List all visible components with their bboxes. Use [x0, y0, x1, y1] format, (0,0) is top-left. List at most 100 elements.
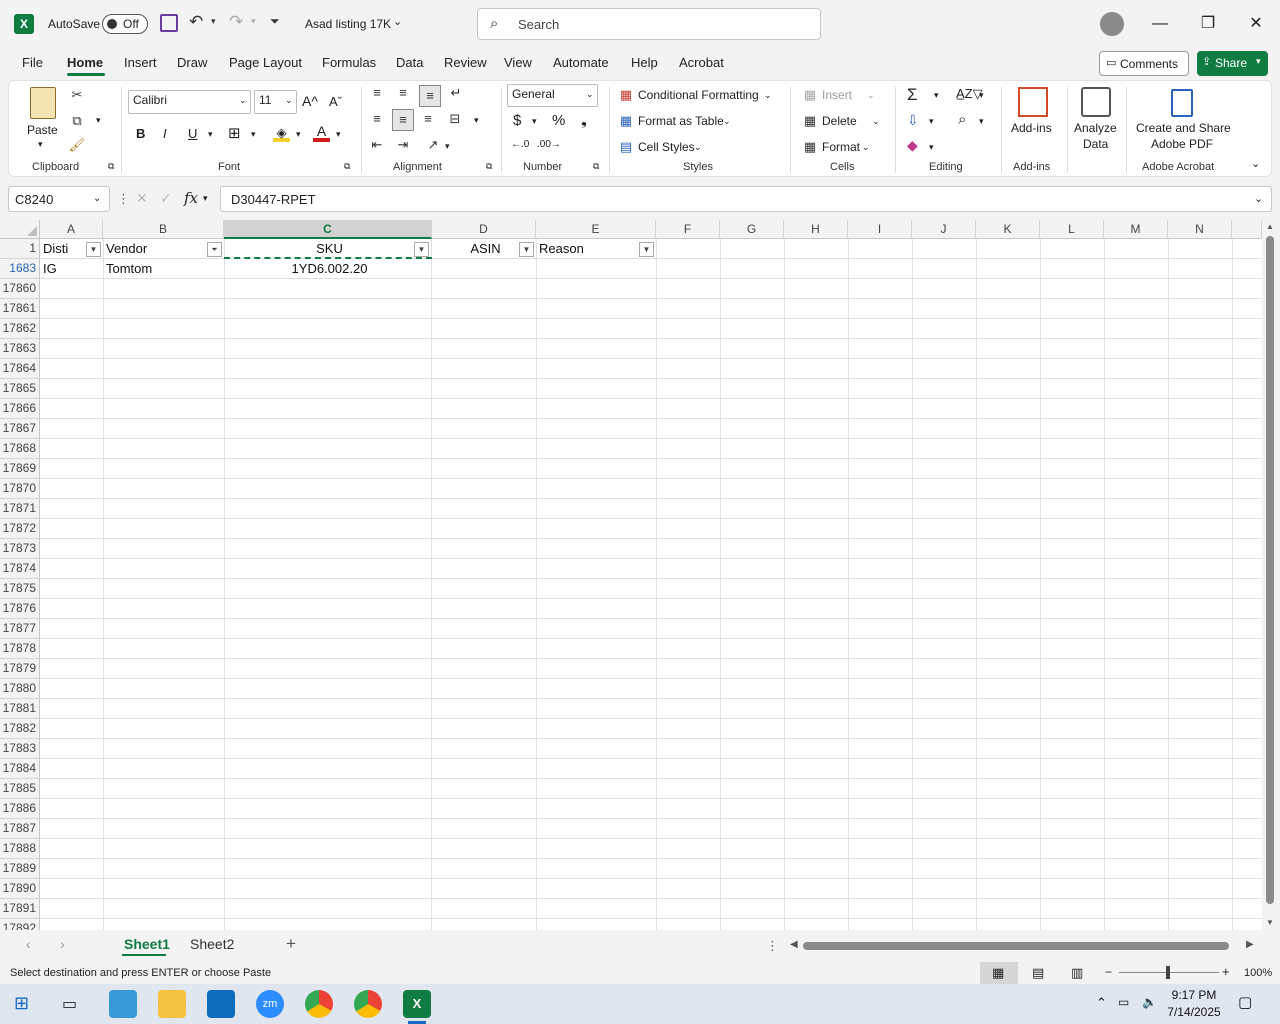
row-header[interactable]: 17891	[0, 899, 40, 919]
align-middle-icon[interactable]: ≡	[394, 85, 412, 101]
scroll-left-icon[interactable]: ◀	[790, 939, 798, 950]
autosum-icon[interactable]: Σ	[907, 85, 918, 105]
volume-icon[interactable]: 🔈	[1142, 995, 1157, 1009]
format-as-table-icon[interactable]: ▦	[617, 113, 635, 129]
column-header-i[interactable]: I	[848, 220, 912, 239]
column-header-j[interactable]: J	[912, 220, 976, 239]
vertical-scrollbar[interactable]: ▲ ▼	[1262, 220, 1280, 932]
prev-sheet-icon[interactable]: ‹	[26, 936, 31, 952]
autosum-dropdown-icon[interactable]: ▾	[934, 90, 939, 101]
undo-icon[interactable]: ↶	[189, 12, 203, 32]
expand-formula-bar-icon[interactable]: ⌄	[1254, 192, 1263, 205]
column-header-m[interactable]: M	[1104, 220, 1168, 239]
create-share-pdf-line2[interactable]: Adobe PDF	[1151, 137, 1213, 151]
cancel-entry-icon[interactable]: ✕	[136, 190, 148, 207]
row-header[interactable]: 17869	[0, 459, 40, 479]
format-as-table-chevron-icon[interactable]: ⌄	[723, 116, 731, 127]
align-left-icon[interactable]: ≡	[368, 111, 386, 127]
clear-dropdown-icon[interactable]: ▾	[929, 142, 934, 153]
font-name-select[interactable]: Calibri ⌄	[128, 90, 251, 114]
bold-icon[interactable]: B	[136, 126, 145, 141]
app-blue-diamond-icon[interactable]	[109, 990, 137, 1018]
title-chevron-down-icon[interactable]: ⌄	[393, 15, 402, 28]
borders-dropdown-icon[interactable]: ▾	[251, 129, 256, 140]
increase-decimal-icon[interactable]: ←.0	[511, 139, 529, 150]
conditional-formatting-icon[interactable]: ▦	[617, 87, 635, 103]
zoom-level[interactable]: 100%	[1244, 967, 1272, 979]
row-header[interactable]: 17862	[0, 319, 40, 339]
fill-color-icon[interactable]: ◈	[273, 125, 290, 142]
delete-cells-icon[interactable]: ▦	[801, 113, 819, 129]
column-header-d[interactable]: D	[432, 220, 536, 239]
add-ins-button[interactable]: Add-ins	[1011, 121, 1052, 135]
cell-header-sku[interactable]: SKU	[224, 239, 432, 259]
normal-view-button[interactable]: ▦	[980, 962, 1018, 984]
chrome-profile-icon[interactable]	[354, 990, 382, 1018]
row-header[interactable]: 17873	[0, 539, 40, 559]
cell-disti[interactable]: IG	[40, 259, 57, 279]
row-header[interactable]: 17882	[0, 719, 40, 739]
underline-dropdown-icon[interactable]: ▾	[208, 129, 213, 140]
fill-dropdown-icon[interactable]: ▾	[929, 116, 934, 127]
format-as-table-button[interactable]: Format as Table	[638, 114, 724, 128]
format-cells-icon[interactable]: ▦	[801, 139, 819, 155]
tab-automate[interactable]: Automate	[553, 55, 609, 70]
alignment-launcher-icon[interactable]: ⧉	[486, 161, 492, 172]
merge-dropdown-icon[interactable]: ▾	[474, 115, 479, 126]
percent-icon[interactable]: %	[552, 112, 565, 129]
chrome-icon[interactable]	[305, 990, 333, 1018]
tray-chevron-up-icon[interactable]: ⌃	[1096, 995, 1107, 1011]
borders-icon[interactable]: ⊞	[228, 124, 241, 142]
cell-header-vendor[interactable]: Vendor	[103, 239, 147, 259]
fx-dropdown-icon[interactable]: ▾	[203, 193, 208, 204]
row-header[interactable]: 17866	[0, 399, 40, 419]
row-header[interactable]: 17875	[0, 579, 40, 599]
row-header[interactable]: 17886	[0, 799, 40, 819]
row-header[interactable]: 17867	[0, 419, 40, 439]
column-header-partial[interactable]	[1232, 220, 1262, 239]
merge-center-icon[interactable]: ⊟	[446, 111, 464, 127]
increase-font-size-icon[interactable]: A^	[302, 93, 318, 109]
zoom-slider-thumb[interactable]	[1166, 966, 1170, 979]
conditional-formatting-button[interactable]: Conditional Formatting	[638, 88, 759, 102]
align-bottom-icon[interactable]: ≡	[419, 85, 441, 107]
orientation-dropdown-icon[interactable]: ▾	[445, 141, 450, 152]
paste-label[interactable]: Paste	[27, 123, 58, 137]
number-format-select[interactable]: General ⌄	[507, 84, 598, 107]
sheet-tab-sheet1[interactable]: Sheet1	[124, 936, 170, 952]
analyze-data-line2[interactable]: Data	[1083, 137, 1108, 151]
outlook-icon[interactable]	[207, 990, 235, 1018]
tab-data[interactable]: Data	[396, 55, 423, 70]
cell-sku[interactable]: 1YD6.002.20	[224, 259, 432, 279]
redo-icon[interactable]: ↷	[229, 12, 243, 32]
customize-qat-icon[interactable]: ⏷	[270, 14, 280, 29]
row-header[interactable]: 17870	[0, 479, 40, 499]
document-title[interactable]: Asad listing 17K	[305, 17, 391, 31]
row-header[interactable]: 17883	[0, 739, 40, 759]
comma-style-icon[interactable]: ❟	[581, 112, 587, 129]
fill-icon[interactable]: ⇩	[907, 112, 919, 129]
row-header[interactable]: 17861	[0, 299, 40, 319]
add-ins-icon[interactable]	[1018, 87, 1048, 117]
fill-color-dropdown-icon[interactable]: ▾	[296, 129, 301, 140]
wrap-text-icon[interactable]: ↵	[447, 85, 465, 101]
italic-icon[interactable]: I	[163, 126, 167, 141]
zoom-out-icon[interactable]: −	[1105, 965, 1112, 979]
more-options-icon[interactable]: ⋮	[117, 191, 130, 207]
name-box[interactable]: C8240 ⌄	[8, 186, 110, 212]
select-all-corner[interactable]	[0, 220, 40, 239]
scroll-up-icon[interactable]: ▲	[1266, 222, 1274, 231]
cell-styles-button[interactable]: Cell Styles	[638, 140, 695, 154]
tab-page-layout[interactable]: Page Layout	[229, 55, 302, 70]
column-header-c[interactable]: C	[224, 220, 432, 239]
tab-view[interactable]: View	[504, 55, 532, 70]
delete-cells-button[interactable]: Delete	[822, 114, 857, 128]
filter-dropdown-icon[interactable]: ▼	[519, 242, 534, 257]
create-share-pdf-line1[interactable]: Create and Share	[1136, 121, 1231, 135]
share-button[interactable]: ⇪ Share ▾	[1197, 51, 1268, 76]
windows-start-icon[interactable]: ⊞	[14, 993, 29, 1014]
format-chevron-icon[interactable]: ⌄	[862, 142, 870, 153]
sheet-bar-splitter-icon[interactable]: ⋮	[766, 938, 779, 954]
cell-header-disti[interactable]: Disti	[40, 239, 68, 259]
tab-insert[interactable]: Insert	[124, 55, 157, 70]
